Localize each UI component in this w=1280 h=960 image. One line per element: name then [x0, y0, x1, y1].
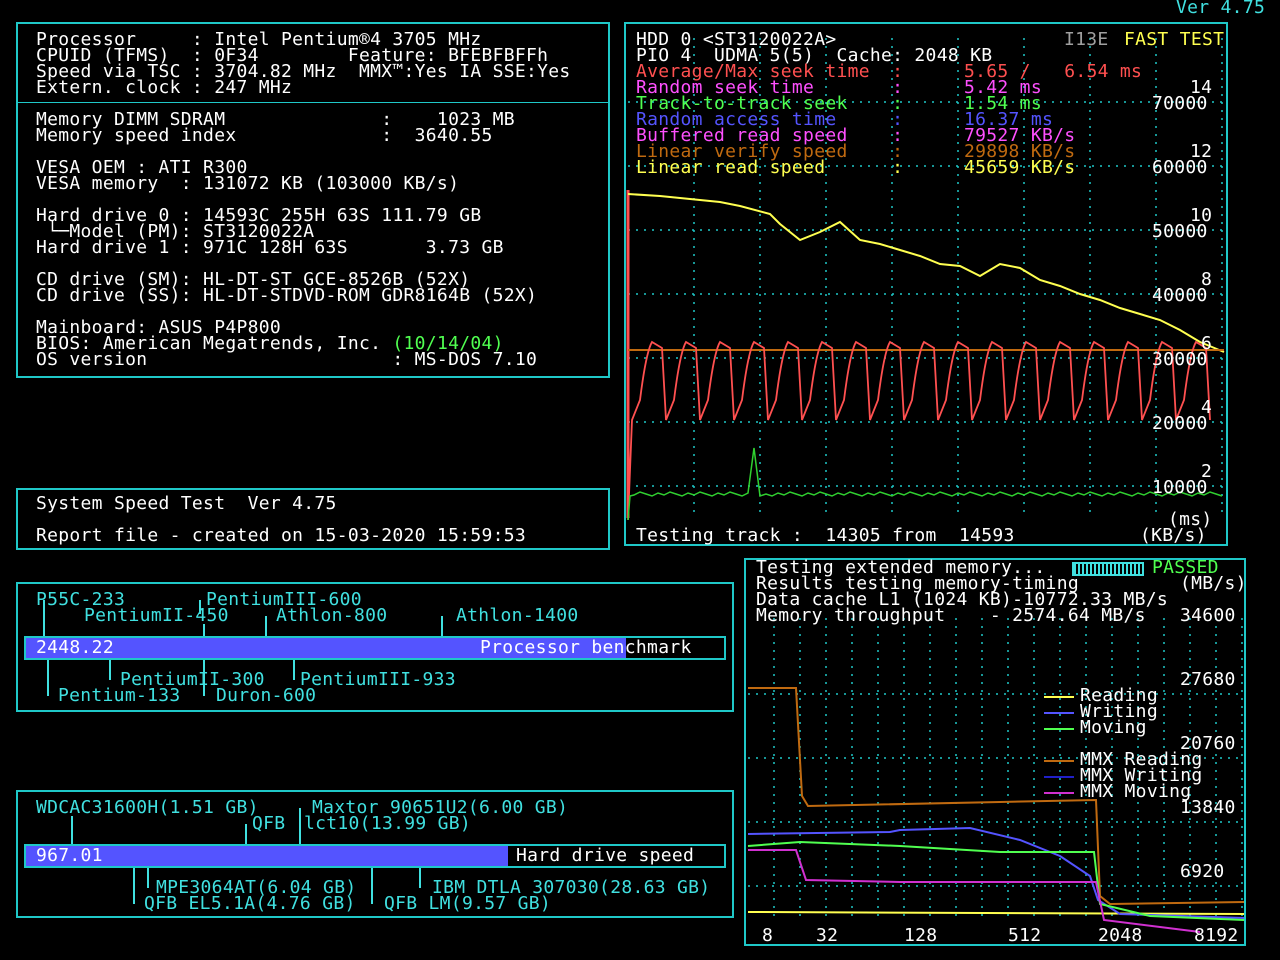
- hard-drive-leader-lines: [71, 808, 421, 904]
